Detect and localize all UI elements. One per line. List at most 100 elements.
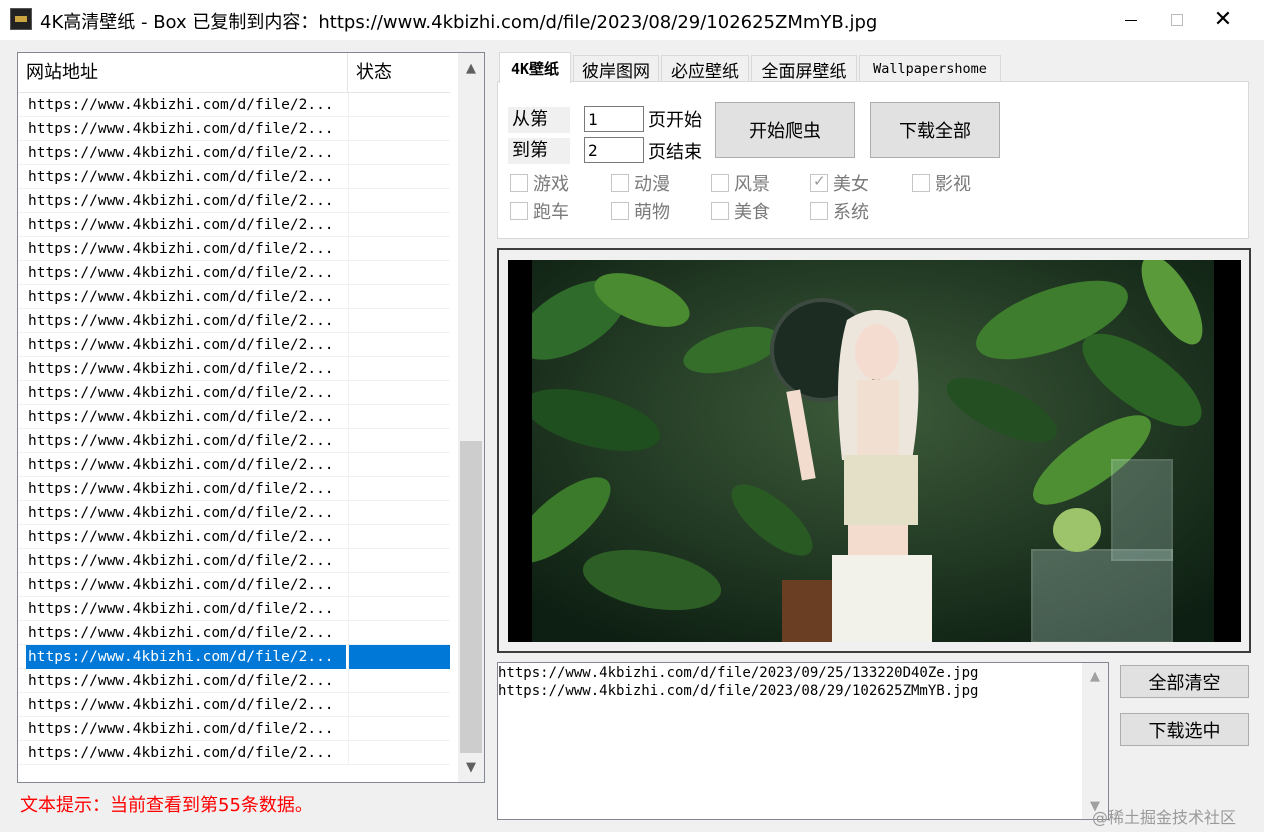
maximize-button[interactable] (1154, 0, 1200, 40)
table-row[interactable]: https://www.4kbizhi.com/d/file/2... (18, 213, 450, 237)
checkbox-icon[interactable] (510, 174, 528, 192)
checkbox-icon[interactable] (810, 202, 828, 220)
checkbox-label: 影视 (935, 174, 971, 195)
list-scrollbar[interactable]: ▲ ▼ (458, 53, 484, 782)
tab-fullscreen[interactable]: 全面屏壁纸 (751, 55, 857, 82)
tab-4k[interactable]: 4K壁纸 (499, 52, 571, 83)
download-all-button[interactable]: 下载全部 (870, 102, 1000, 158)
close-icon: ✕ (1213, 7, 1233, 32)
checkbox-icon[interactable] (611, 202, 629, 220)
row-url: https://www.4kbizhi.com/d/file/2... (28, 217, 334, 233)
checkbox-icon[interactable] (912, 174, 930, 192)
row-url: https://www.4kbizhi.com/d/file/2... (28, 433, 334, 449)
table-row[interactable]: https://www.4kbizhi.com/d/file/2... (18, 117, 450, 141)
table-row[interactable]: https://www.4kbizhi.com/d/file/2... (18, 93, 450, 117)
category-checkbox[interactable]: 系统 (810, 200, 869, 223)
table-row[interactable]: https://www.4kbizhi.com/d/file/2... (18, 309, 450, 333)
table-row[interactable]: https://www.4kbizhi.com/d/file/2... (18, 669, 450, 693)
checkbox-icon[interactable] (611, 174, 629, 192)
category-checkbox[interactable]: 影视 (912, 172, 971, 195)
title-bar[interactable]: 4K高清壁纸 - Box 已复制到内容：https://www.4kbizhi.… (0, 0, 1264, 40)
table-row[interactable]: https://www.4kbizhi.com/d/file/2... (18, 597, 450, 621)
scroll-down-icon[interactable]: ▼ (458, 752, 484, 782)
checkbox-label: 美食 (734, 202, 770, 223)
from-page-input[interactable] (584, 106, 644, 132)
table-row[interactable]: https://www.4kbizhi.com/d/file/2... (18, 573, 450, 597)
column-header-url[interactable]: 网站地址 (18, 53, 348, 93)
scroll-up-icon[interactable]: ▲ (458, 53, 484, 83)
table-row[interactable]: https://www.4kbizhi.com/d/file/2... (18, 549, 450, 573)
category-checkbox[interactable]: 游戏 (510, 172, 569, 195)
table-row[interactable]: https://www.4kbizhi.com/d/file/2... (18, 453, 450, 477)
category-checkbox[interactable]: 美女 (810, 172, 869, 195)
source-tabs: 4K壁纸 彼岸图网 必应壁纸 全面屏壁纸 Wallpapershome (497, 52, 1249, 83)
row-status (348, 285, 450, 309)
category-checkbox[interactable]: 萌物 (611, 200, 670, 223)
checkbox-icon[interactable] (711, 202, 729, 220)
row-url: https://www.4kbizhi.com/d/file/2... (28, 145, 334, 161)
start-crawl-button[interactable]: 开始爬虫 (715, 102, 855, 158)
table-row[interactable]: https://www.4kbizhi.com/d/file/2... (18, 525, 450, 549)
checkbox-icon[interactable] (711, 174, 729, 192)
close-button[interactable]: ✕ (1200, 0, 1246, 40)
scroll-thumb[interactable] (460, 441, 482, 753)
table-row[interactable]: https://www.4kbizhi.com/d/file/2... (18, 741, 450, 765)
table-row[interactable]: https://www.4kbizhi.com/d/file/2... (18, 693, 450, 717)
window-title: 4K高清壁纸 - Box 已复制到内容：https://www.4kbizhi.… (40, 12, 878, 33)
row-status (348, 501, 450, 525)
category-checkbox[interactable]: 风景 (711, 172, 770, 195)
checkbox-icon[interactable] (510, 202, 528, 220)
category-checkbox[interactable]: 动漫 (611, 172, 670, 195)
row-url: https://www.4kbizhi.com/d/file/2... (28, 361, 334, 377)
list-header: 网站地址 状态 (18, 53, 450, 93)
row-status (348, 141, 450, 165)
column-header-status[interactable]: 状态 (348, 53, 450, 93)
copied-url-log[interactable]: https://www.4kbizhi.com/d/file/2023/09/2… (497, 662, 1109, 820)
table-row[interactable]: https://www.4kbizhi.com/d/file/2... (18, 357, 450, 381)
checkbox-label: 美女 (833, 174, 869, 195)
to-page-input[interactable] (584, 137, 644, 163)
url-list[interactable]: 网站地址 状态 https://www.4kbizhi.com/d/file/2… (17, 52, 485, 783)
tab-netbian[interactable]: 彼岸图网 (573, 55, 659, 82)
row-status (348, 741, 450, 765)
table-row[interactable]: https://www.4kbizhi.com/d/file/2... (18, 381, 450, 405)
table-row[interactable]: https://www.4kbizhi.com/d/file/2... (18, 261, 450, 285)
table-row[interactable]: https://www.4kbizhi.com/d/file/2... (18, 189, 450, 213)
tab-bing[interactable]: 必应壁纸 (661, 55, 749, 82)
row-url: https://www.4kbizhi.com/d/file/2... (28, 481, 334, 497)
row-status (348, 597, 450, 621)
row-url: https://www.4kbizhi.com/d/file/2... (28, 385, 334, 401)
download-selected-button[interactable]: 下载选中 (1120, 713, 1249, 746)
tab-panel: 从第 页开始 到第 页结束 开始爬虫 下载全部 游戏 动漫 风景 美女 影视跑车 萌物 美食… (497, 81, 1249, 239)
to-suffix: 页结束 (648, 142, 702, 163)
table-row[interactable]: https://www.4kbizhi.com/d/file/2... (18, 285, 450, 309)
table-row[interactable]: https://www.4kbizhi.com/d/file/2... (18, 165, 450, 189)
table-row[interactable]: https://www.4kbizhi.com/d/file/2... (18, 237, 450, 261)
table-row[interactable]: https://www.4kbizhi.com/d/file/2... (18, 429, 450, 453)
checkbox-label: 游戏 (533, 174, 569, 195)
checkbox-label: 萌物 (634, 202, 670, 223)
row-url: https://www.4kbizhi.com/d/file/2... (28, 673, 334, 689)
table-row[interactable]: https://www.4kbizhi.com/d/file/2... (18, 477, 450, 501)
tab-wallpapershome[interactable]: Wallpapershome (859, 55, 1001, 82)
row-url: https://www.4kbizhi.com/d/file/2... (28, 745, 334, 761)
row-url: https://www.4kbizhi.com/d/file/2... (28, 577, 334, 593)
table-row[interactable]: https://www.4kbizhi.com/d/file/2... (18, 621, 450, 645)
log-line: https://www.4kbizhi.com/d/file/2023/08/2… (498, 683, 979, 699)
category-checkbox[interactable]: 跑车 (510, 200, 569, 223)
scroll-up-icon[interactable]: ▲ (1082, 663, 1108, 689)
row-url: https://www.4kbizhi.com/d/file/2... (26, 645, 346, 669)
table-row[interactable]: https://www.4kbizhi.com/d/file/2... (18, 645, 450, 669)
minimize-button[interactable] (1108, 0, 1154, 40)
row-url: https://www.4kbizhi.com/d/file/2... (28, 553, 334, 569)
category-checkbox[interactable]: 美食 (711, 200, 770, 223)
table-row[interactable]: https://www.4kbizhi.com/d/file/2... (18, 333, 450, 357)
table-row[interactable]: https://www.4kbizhi.com/d/file/2... (18, 501, 450, 525)
table-row[interactable]: https://www.4kbizhi.com/d/file/2... (18, 405, 450, 429)
table-row[interactable]: https://www.4kbizhi.com/d/file/2... (18, 141, 450, 165)
table-row[interactable]: https://www.4kbizhi.com/d/file/2... (18, 717, 450, 741)
checkbox-icon[interactable] (810, 172, 828, 192)
row-url: https://www.4kbizhi.com/d/file/2... (28, 265, 334, 281)
clear-all-button[interactable]: 全部清空 (1120, 665, 1249, 698)
log-scrollbar[interactable]: ▲ ▼ (1082, 663, 1108, 819)
